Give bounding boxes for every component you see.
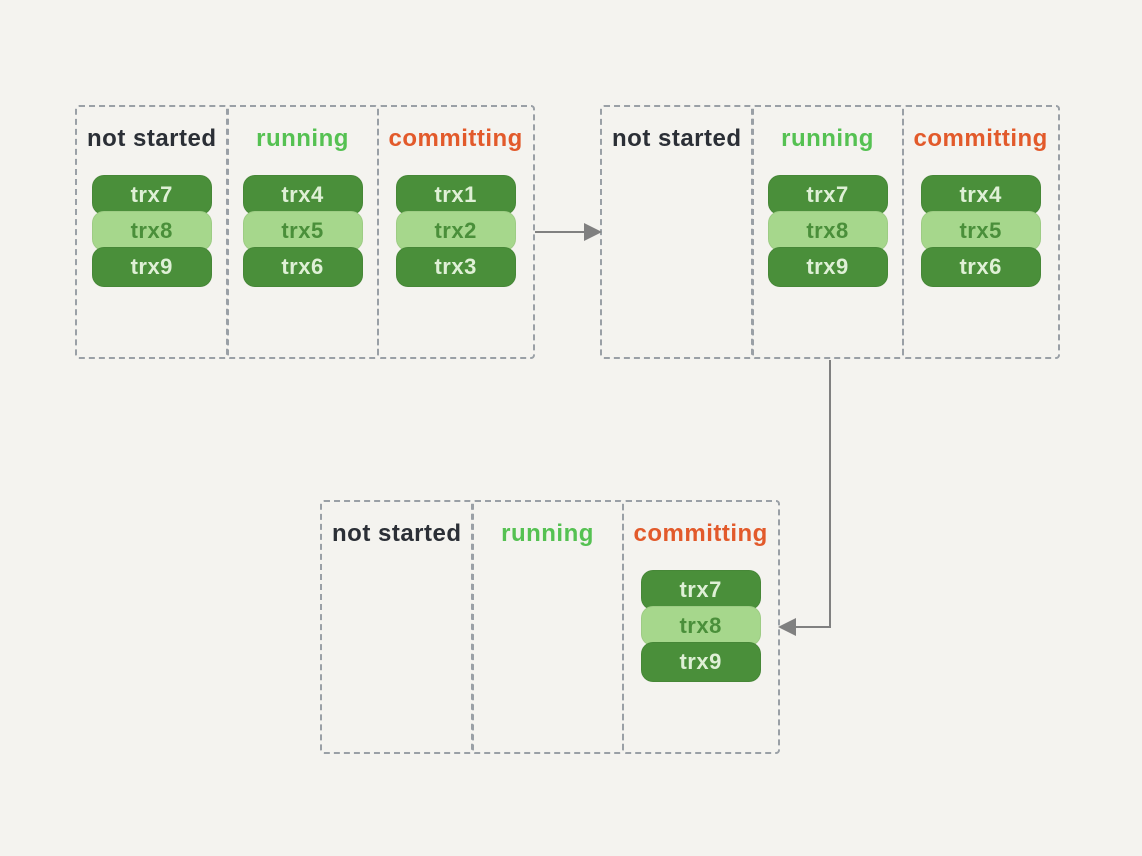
trx-pill: trx9 <box>92 247 212 287</box>
trx-pill: trx7 <box>641 570 761 610</box>
column-title-committing: committing <box>389 125 523 153</box>
trx-pill: trx7 <box>92 175 212 215</box>
column-title-running: running <box>256 125 349 153</box>
trx-pill: trx9 <box>768 247 888 287</box>
column-committing: committing trx1 trx2 trx3 <box>377 105 535 359</box>
column-running: running trx4 trx5 trx6 <box>226 105 379 359</box>
column-title-not-started: not started <box>612 125 742 153</box>
column-title-running: running <box>781 125 874 153</box>
trx-stack: trx1 trx2 trx3 <box>396 175 516 283</box>
trx-pill: trx3 <box>396 247 516 287</box>
column-not-started: not started trx7 trx8 trx9 <box>75 105 229 359</box>
column-running: running <box>471 500 624 754</box>
trx-stack: trx4 trx5 trx6 <box>921 175 1041 283</box>
state-panel-3: not started running committing trx7 trx8… <box>320 500 780 754</box>
diagram-canvas: not started trx7 trx8 trx9 running trx4 … <box>0 0 1142 856</box>
trx-pill: trx8 <box>641 606 761 646</box>
trx-stack: trx7 trx8 trx9 <box>92 175 212 283</box>
trx-pill: trx1 <box>396 175 516 215</box>
trx-pill: trx8 <box>768 211 888 251</box>
trx-pill: trx6 <box>921 247 1041 287</box>
column-running: running trx7 trx8 trx9 <box>751 105 904 359</box>
state-panel-1: not started trx7 trx8 trx9 running trx4 … <box>75 105 535 359</box>
trx-stack: trx7 trx8 trx9 <box>641 570 761 678</box>
arrow-2-to-3 <box>782 360 830 627</box>
state-panel-2: not started running trx7 trx8 trx9 commi… <box>600 105 1060 359</box>
column-title-running: running <box>501 520 594 548</box>
trx-pill: trx2 <box>396 211 516 251</box>
column-not-started: not started <box>600 105 754 359</box>
column-committing: committing trx4 trx5 trx6 <box>902 105 1060 359</box>
trx-pill: trx4 <box>243 175 363 215</box>
column-title-not-started: not started <box>332 520 462 548</box>
trx-pill: trx8 <box>92 211 212 251</box>
trx-stack: trx4 trx5 trx6 <box>243 175 363 283</box>
trx-pill: trx5 <box>921 211 1041 251</box>
trx-pill: trx6 <box>243 247 363 287</box>
column-committing: committing trx7 trx8 trx9 <box>622 500 780 754</box>
trx-pill: trx5 <box>243 211 363 251</box>
column-title-committing: committing <box>914 125 1048 153</box>
trx-pill: trx7 <box>768 175 888 215</box>
trx-pill: trx9 <box>641 642 761 682</box>
column-title-committing: committing <box>634 520 768 548</box>
column-not-started: not started <box>320 500 474 754</box>
trx-pill: trx4 <box>921 175 1041 215</box>
trx-stack: trx7 trx8 trx9 <box>768 175 888 283</box>
column-title-not-started: not started <box>87 125 217 153</box>
